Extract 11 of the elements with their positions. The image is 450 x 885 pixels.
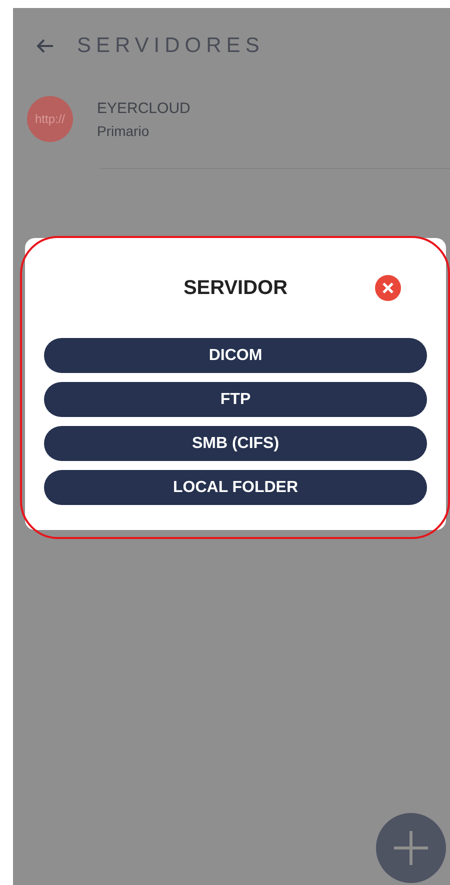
page-title: SERVIDORES xyxy=(77,34,264,58)
protocol-badge: http:// xyxy=(27,96,73,142)
server-subtitle: Primario xyxy=(97,122,150,138)
server-name: EYERCLOUD xyxy=(97,100,190,116)
option-button[interactable]: SMB (CIFS) xyxy=(44,426,427,461)
dialog-title: SERVIDOR xyxy=(183,276,288,300)
option-button[interactable]: FTP xyxy=(44,382,427,417)
close-button[interactable] xyxy=(375,275,401,301)
option-button[interactable]: LOCAL FOLDER xyxy=(44,470,427,505)
plus-icon xyxy=(391,828,431,868)
option-button[interactable]: DICOM xyxy=(44,338,427,373)
